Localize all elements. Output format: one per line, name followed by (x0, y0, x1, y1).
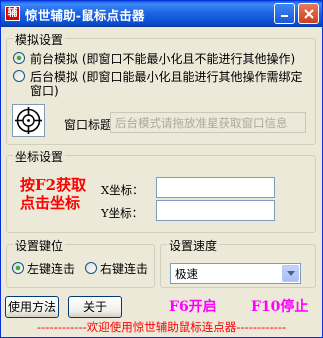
app-window: 辅 惊世辅助-鼠标点击器 模拟设置 前台模拟 (即窗口不能最小化且不能进行其他操… (0, 0, 323, 338)
close-icon (303, 8, 314, 19)
close-button[interactable] (298, 3, 319, 24)
right-click-radio[interactable] (85, 262, 97, 274)
crosshair-drag-target[interactable] (12, 104, 45, 137)
background-label-cont[interactable]: 窗口) (30, 82, 59, 99)
background-label[interactable]: 后台模拟 (即窗口能最小化且能进行其他操作需绑定 (30, 68, 303, 85)
f10-stop-hint: F10停止 (251, 299, 309, 315)
coordinates-group-title: 坐标设置 (13, 148, 66, 165)
speed-value: 极速 (175, 267, 198, 281)
f2-hint-line2: 点击坐标 (20, 194, 81, 212)
crosshair-icon (15, 107, 42, 134)
app-icon: 辅 (5, 6, 20, 21)
window-title: 惊世辅助-鼠标点击器 (25, 8, 145, 23)
dropdown-button[interactable] (282, 265, 299, 282)
f6-start-hint: F6开启 (169, 299, 217, 315)
f2-hint-line1: 按F2获取 (20, 176, 87, 194)
about-button[interactable]: 关于 (68, 296, 122, 318)
keys-group-title: 设置键位 (13, 237, 66, 254)
simulation-group-title: 模拟设置 (13, 31, 66, 48)
x-coordinate-input[interactable] (156, 177, 275, 198)
background-radio[interactable] (13, 70, 25, 82)
chevron-down-icon (286, 271, 295, 276)
right-click-label[interactable]: 右键连击 (100, 260, 148, 277)
minimize-icon (281, 15, 288, 17)
window-title-field[interactable]: 后台模式请拖放准星获取窗口信息 (110, 112, 306, 133)
usage-button[interactable]: 使用方法 (5, 296, 59, 318)
foreground-radio[interactable] (13, 52, 25, 64)
y-coordinate-input[interactable] (156, 200, 275, 221)
left-click-label[interactable]: 左键连击 (27, 260, 75, 277)
speed-select[interactable]: 极速 (170, 263, 301, 284)
speed-group-title: 设置速度 (167, 237, 220, 254)
footer-welcome: ------------欢迎使用惊世辅助鼠标连点器------------ (36, 320, 287, 334)
minimize-button[interactable] (274, 3, 295, 24)
foreground-label[interactable]: 前台模拟 (即窗口不能最小化且不能进行其他操作) (30, 50, 295, 67)
y-coordinate-label: Y坐标： (101, 206, 144, 220)
title-bar[interactable]: 辅 惊世辅助-鼠标点击器 (1, 1, 322, 27)
x-coordinate-label: X坐标： (101, 183, 144, 197)
left-click-radio[interactable] (12, 262, 24, 274)
